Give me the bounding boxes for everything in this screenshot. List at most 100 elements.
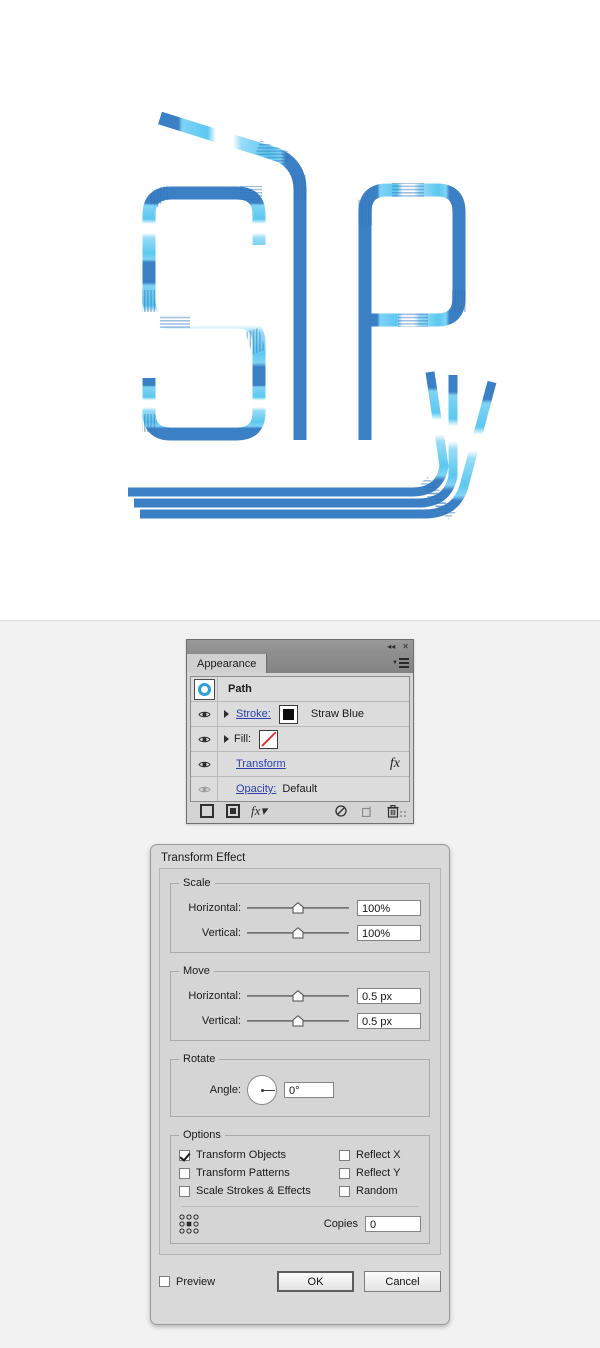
dialog-title: Transform Effect bbox=[161, 852, 246, 864]
appearance-panel-tabrow: Appearance ▼ bbox=[186, 654, 414, 673]
checkbox-box[interactable] bbox=[339, 1149, 350, 1161]
checkbox-box[interactable] bbox=[179, 1167, 190, 1179]
angle-label: Angle: bbox=[209, 1084, 241, 1096]
eye-icon bbox=[197, 735, 211, 744]
checkbox-preview[interactable]: Preview bbox=[159, 1276, 215, 1288]
copies-row: Copies 0 bbox=[179, 1214, 421, 1234]
appearance-row-opacity[interactable]: Opacity: Default bbox=[191, 777, 409, 801]
move-legend: Move bbox=[183, 965, 210, 977]
triangle-right-icon bbox=[223, 735, 229, 743]
straw-letter-p bbox=[358, 183, 466, 440]
move-vertical-field[interactable]: 0.5 px bbox=[357, 1012, 421, 1029]
scale-horizontal-row: Horizontal: 100% bbox=[179, 897, 421, 918]
move-horizontal-row: Horizontal: 0.5 px bbox=[179, 985, 421, 1006]
none-slash-icon bbox=[261, 731, 277, 747]
checkbox-label: Transform Patterns bbox=[196, 1167, 290, 1179]
checkbox-transform-patterns[interactable]: Transform Patterns bbox=[179, 1167, 339, 1179]
add-new-stroke-icon[interactable] bbox=[194, 804, 220, 818]
checkbox-box[interactable] bbox=[179, 1185, 190, 1197]
slider-knob[interactable] bbox=[292, 989, 304, 1002]
transform-effect-dialog: Transform Effect Scale Horizontal: 100% bbox=[150, 844, 450, 1325]
tab-appearance[interactable]: Appearance bbox=[187, 654, 268, 673]
move-horizontal-field[interactable]: 0.5 px bbox=[357, 987, 421, 1004]
reference-point-grid-icon[interactable] bbox=[179, 1214, 199, 1234]
eye-icon bbox=[197, 760, 211, 769]
scale-vertical-slider[interactable] bbox=[247, 925, 349, 941]
appearance-item-list: Path Stroke: Straw Blue Fill: Transform … bbox=[190, 676, 410, 802]
slider-knob[interactable] bbox=[292, 901, 304, 914]
opacity-visibility-toggle[interactable] bbox=[191, 777, 218, 801]
opacity-value: Default bbox=[282, 783, 318, 795]
scale-horizontal-slider[interactable] bbox=[247, 900, 349, 916]
opacity-label[interactable]: Opacity: bbox=[234, 783, 276, 795]
checkbox-label: Transform Objects bbox=[196, 1149, 287, 1161]
add-new-effect-icon[interactable]: fx▾ bbox=[246, 803, 272, 819]
checkbox-random[interactable]: Random bbox=[339, 1185, 421, 1197]
resize-grip-icon[interactable] bbox=[400, 811, 408, 819]
straw-letter-y bbox=[128, 371, 497, 520]
duplicate-item-icon[interactable] bbox=[354, 806, 380, 817]
appearance-panel-body: Path Stroke: Straw Blue Fill: Transform … bbox=[186, 673, 414, 824]
stroke-disclosure-triangle[interactable] bbox=[218, 710, 234, 718]
collapse-icon[interactable]: ◂◂ bbox=[387, 643, 395, 651]
panel-menu-icon[interactable]: ▼ bbox=[392, 658, 409, 668]
move-vertical-row: Vertical: 0.5 px bbox=[179, 1010, 421, 1031]
appearance-panel: ◂◂ ✕ Appearance ▼ Path Stroke: Straw Blu… bbox=[186, 639, 414, 824]
checkbox-box[interactable] bbox=[159, 1276, 170, 1287]
move-vertical-slider[interactable] bbox=[247, 1013, 349, 1029]
slider-knob[interactable] bbox=[292, 926, 304, 939]
appearance-panel-titlebar: ◂◂ ✕ bbox=[186, 639, 414, 654]
fx-icon[interactable]: fx bbox=[390, 756, 409, 772]
checkbox-box[interactable] bbox=[339, 1185, 350, 1197]
appearance-row-stroke[interactable]: Stroke: Straw Blue bbox=[191, 702, 409, 727]
copies-field[interactable]: 0 bbox=[365, 1216, 421, 1232]
close-icon[interactable]: ✕ bbox=[402, 643, 409, 651]
appearance-row-path-label: Path bbox=[228, 683, 252, 695]
options-group: Options Transform Objects Reflect X Tran… bbox=[170, 1129, 430, 1244]
checkbox-scale-strokes-effects[interactable]: Scale Strokes & Effects bbox=[179, 1185, 339, 1197]
move-group: Move Horizontal: 0.5 px Vertical: 0.5 px bbox=[170, 965, 430, 1041]
stroke-visibility-toggle[interactable] bbox=[191, 702, 218, 726]
dialog-action-buttons: OK Cancel bbox=[277, 1271, 441, 1292]
appearance-row-path[interactable]: Path bbox=[191, 677, 409, 702]
options-legend: Options bbox=[183, 1129, 221, 1141]
checkbox-box[interactable] bbox=[179, 1149, 190, 1161]
transform-effect-label[interactable]: Transform bbox=[234, 758, 286, 770]
clear-appearance-icon[interactable] bbox=[328, 805, 354, 817]
scale-horizontal-field[interactable]: 100% bbox=[357, 899, 421, 916]
stroke-color-swatch[interactable] bbox=[278, 704, 298, 724]
options-divider bbox=[181, 1206, 419, 1207]
angle-field[interactable]: 0° bbox=[284, 1082, 334, 1098]
checkbox-label: Scale Strokes & Effects bbox=[196, 1185, 311, 1197]
checkbox-label: Reflect X bbox=[356, 1149, 401, 1161]
appearance-row-fill[interactable]: Fill: bbox=[191, 727, 409, 752]
fill-visibility-toggle[interactable] bbox=[191, 727, 218, 751]
triangle-right-icon bbox=[223, 710, 229, 718]
checkbox-box[interactable] bbox=[339, 1167, 350, 1179]
slider-knob[interactable] bbox=[292, 1014, 304, 1027]
checkbox-reflect-y[interactable]: Reflect Y bbox=[339, 1167, 421, 1179]
square-filled-glyph bbox=[226, 804, 240, 818]
scale-vertical-field[interactable]: 100% bbox=[357, 924, 421, 941]
scale-vertical-row: Vertical: 100% bbox=[179, 922, 421, 943]
appearance-panel-footer: fx▾ bbox=[190, 802, 410, 820]
stroke-label[interactable]: Stroke: bbox=[234, 708, 271, 720]
caret-down-icon: ▼ bbox=[392, 660, 398, 666]
checkbox-reflect-x[interactable]: Reflect X bbox=[339, 1149, 421, 1161]
angle-dial[interactable] bbox=[247, 1075, 277, 1105]
move-horizontal-slider[interactable] bbox=[247, 988, 349, 1004]
fill-disclosure-triangle[interactable] bbox=[218, 735, 234, 743]
add-new-fill-icon[interactable] bbox=[220, 804, 246, 818]
copies-label: Copies bbox=[323, 1218, 358, 1230]
ok-button[interactable]: OK bbox=[277, 1271, 354, 1292]
checkbox-transform-objects[interactable]: Transform Objects bbox=[179, 1149, 339, 1161]
appearance-row-transform[interactable]: Transform fx bbox=[191, 752, 409, 777]
transform-visibility-toggle[interactable] bbox=[191, 752, 218, 776]
cancel-button[interactable]: Cancel bbox=[364, 1271, 441, 1292]
preview-label: Preview bbox=[176, 1275, 216, 1288]
move-vertical-label: Vertical: bbox=[201, 1014, 241, 1027]
rotate-group: Rotate Angle: 0° bbox=[170, 1053, 430, 1117]
fill-color-swatch[interactable] bbox=[259, 729, 279, 749]
artwork-canvas bbox=[0, 0, 600, 621]
straw-letters-illustration bbox=[128, 111, 497, 520]
